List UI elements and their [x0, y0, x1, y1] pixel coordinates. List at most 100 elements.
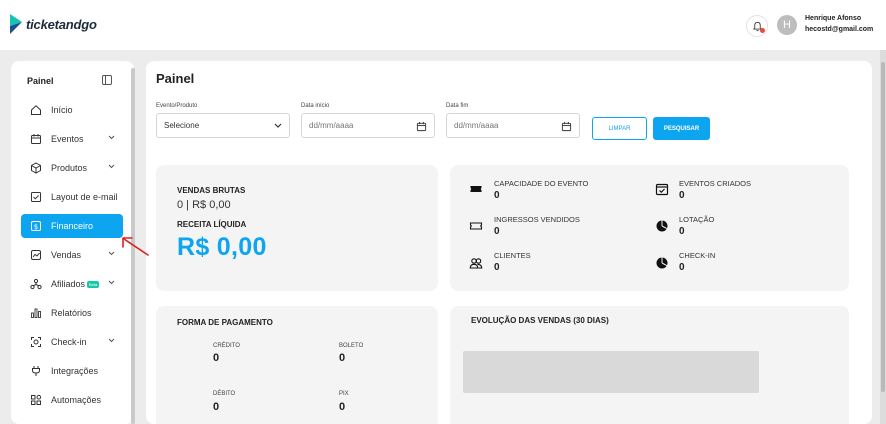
svg-text:$: $: [33, 223, 37, 231]
pie-chart-icon: [656, 220, 668, 232]
notifications-button[interactable]: [746, 15, 768, 37]
stat-label: INGRESSOS VENDIDOS: [494, 215, 580, 224]
sales-evolution-card: EVOLUÇÃO DAS VENDAS (30 DIAS): [450, 306, 849, 424]
sidebar-item-label: Afiliados: [51, 279, 86, 289]
sidebar-title: Painel: [27, 76, 54, 86]
sidebar-item-label: Relatórios: [51, 308, 92, 318]
sidebar-item-label: Integrações: [51, 366, 99, 376]
calendar-check-icon: [655, 183, 669, 196]
sidebar-item-financeiro[interactable]: $ Financeiro: [21, 214, 123, 238]
chevron-down-icon: [108, 164, 115, 169]
chevron-down-icon: [108, 338, 115, 343]
gross-sales-value: 0 | R$ 0,00: [177, 199, 231, 211]
annotation-arrow-icon: [122, 237, 149, 256]
checkin-icon: [29, 336, 42, 349]
event-select[interactable]: Selecione: [156, 113, 290, 138]
sidebar-item-label: Início: [51, 105, 73, 115]
user-name: Henrique Afonso: [805, 15, 862, 22]
chart-icon: [29, 249, 42, 262]
page-scrollbar-thumb[interactable]: [881, 62, 885, 392]
ticket-outline-icon: [469, 222, 483, 230]
event-filter-label: Evento/Produto: [156, 103, 198, 109]
end-date-placeholder: dd/mm/aaaa: [454, 121, 499, 130]
chevron-down-icon: [108, 280, 115, 285]
payment-method-value: 0: [213, 401, 220, 413]
payment-method-value: 0: [339, 401, 346, 413]
avatar[interactable]: H: [777, 15, 797, 35]
sales-evolution-title: EVOLUÇÃO DAS VENDAS (30 DIAS): [471, 316, 609, 325]
sidebar-collapse-icon[interactable]: [102, 75, 112, 85]
stats-card: CAPACIDADE DO EVENTO 0 EVENTOS CRIADOS 0…: [450, 165, 849, 291]
stat-value: 0: [679, 190, 685, 201]
chevron-down-icon: [108, 135, 115, 140]
chevron-down-icon: [108, 251, 115, 256]
sidebar: Painel Início Eventos Produtos Layout de…: [11, 61, 134, 424]
net-revenue-label: RECEITA LÍQUIDA: [177, 220, 247, 229]
sidebar-item-check-in[interactable]: Check-in: [21, 330, 123, 354]
payment-method-label: BOLETO: [339, 343, 364, 349]
sidebar-item-label: Financeiro: [51, 221, 94, 231]
sidebar-item-vendas[interactable]: Vendas: [21, 243, 123, 267]
search-button[interactable]: PESQUISAR: [653, 117, 710, 140]
reports-icon: [29, 307, 42, 320]
sidebar-item-afiliados[interactable]: Afiliados Beta: [21, 272, 123, 296]
stat-value: 0: [679, 226, 685, 237]
notification-dot: [760, 28, 765, 33]
main-panel: Painel Evento/Produto Selecione Data iní…: [146, 61, 872, 424]
logo-text: ticketandgo: [26, 16, 97, 32]
sidebar-item-label: Produtos: [51, 163, 88, 173]
sidebar-item-relatorios[interactable]: Relatórios: [21, 301, 123, 325]
plug-icon: [29, 365, 42, 378]
automation-icon: [29, 394, 42, 407]
sidebar-item-label: Automações: [51, 395, 102, 405]
stat-label: CHECK-IN: [679, 251, 716, 260]
payment-card: FORMA DE PAGAMENTO CRÉDITO 0 BOLETO 0 DÉ…: [156, 306, 438, 424]
stat-value: 0: [494, 226, 500, 237]
end-date-label: Data fim: [446, 103, 469, 109]
payment-method-label: PIX: [339, 391, 349, 397]
sidebar-item-layout-email[interactable]: Layout de e-mail: [21, 185, 123, 209]
payment-method-value: 0: [339, 352, 346, 364]
calendar-icon[interactable]: [561, 121, 572, 132]
payment-method-label: CRÉDITO: [213, 343, 240, 349]
end-date-field[interactable]: dd/mm/aaaa: [446, 113, 580, 138]
stat-value: 0: [494, 262, 500, 273]
stat-label: CAPACIDADE DO EVENTO: [494, 179, 589, 188]
logo-mark-icon: [10, 14, 22, 34]
calendar-icon[interactable]: [416, 121, 427, 132]
calendar-icon: [29, 133, 42, 146]
stat-label: LOTAÇÃO: [679, 215, 715, 224]
sidebar-item-inicio[interactable]: Início: [21, 98, 123, 122]
users-icon: [469, 258, 483, 269]
sales-card: VENDAS BRUTAS 0 | R$ 0,00 RECEITA LÍQUID…: [156, 165, 438, 291]
sidebar-item-integracoes[interactable]: Integrações: [21, 359, 123, 383]
chevron-down-icon: [274, 123, 282, 128]
dollar-icon: $: [29, 220, 42, 233]
app-logo[interactable]: ticketandgo: [10, 14, 97, 34]
gross-sales-label: VENDAS BRUTAS: [177, 186, 246, 195]
start-date-field[interactable]: dd/mm/aaaa: [301, 113, 435, 138]
stat-label: CLIENTES: [494, 251, 531, 260]
page-scrollbar[interactable]: [880, 50, 886, 424]
sidebar-item-label: Check-in: [51, 337, 87, 347]
payment-title: FORMA DE PAGAMENTO: [177, 318, 273, 327]
beta-badge: Beta: [87, 280, 100, 288]
sidebar-item-label: Layout de e-mail: [51, 192, 118, 202]
email-layout-icon: [29, 191, 42, 204]
home-icon: [29, 104, 42, 117]
user-email: hecostd@gmail.com: [805, 26, 874, 33]
sidebar-item-produtos[interactable]: Produtos: [21, 156, 123, 180]
stat-value: 0: [494, 190, 500, 201]
start-date-label: Data início: [301, 103, 330, 109]
event-select-value: Selecione: [164, 121, 200, 130]
page-title: Painel: [156, 71, 195, 86]
sidebar-item-automacoes[interactable]: Automações: [21, 388, 123, 412]
affiliates-icon: [29, 278, 42, 291]
chart-placeholder: [463, 351, 759, 393]
sidebar-item-label: Vendas: [51, 250, 82, 260]
stat-label: EVENTOS CRIADOS: [679, 179, 751, 188]
pie-chart-icon: [656, 257, 668, 269]
clear-button[interactable]: LIMPAR: [592, 117, 647, 140]
sidebar-item-eventos[interactable]: Eventos: [21, 127, 123, 151]
stat-value: 0: [679, 262, 685, 273]
